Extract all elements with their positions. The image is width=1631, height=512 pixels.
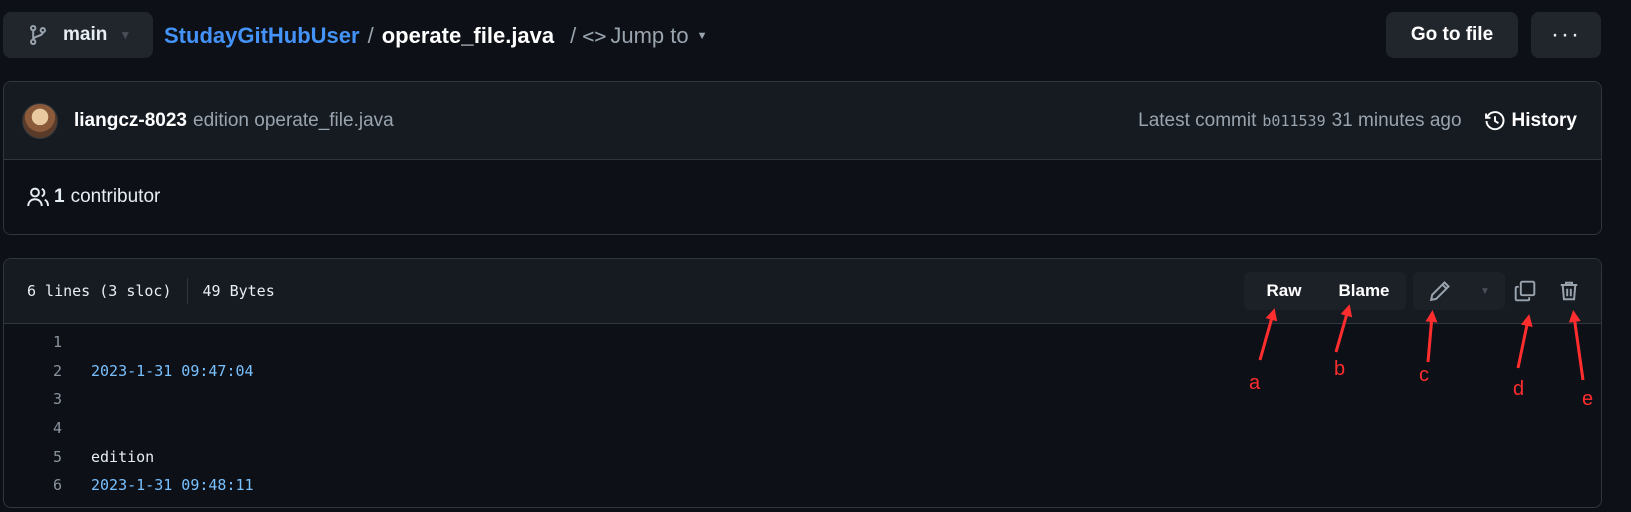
git-branch-icon — [30, 24, 46, 46]
commit-sha-link[interactable]: b011539 — [1262, 112, 1325, 130]
history-label: History — [1511, 110, 1577, 131]
breadcrumb: StudayGitHubUser / operate_file.java / <… — [164, 19, 708, 53]
code-icon: <> — [582, 24, 607, 48]
annotation-label-c: c — [1419, 364, 1429, 386]
history-icon — [1484, 111, 1505, 131]
jump-separator: / — [570, 23, 577, 48]
code-line: 5 edition — [4, 442, 1601, 471]
repo-link[interactable]: StudayGitHubUser — [164, 23, 360, 49]
commit-message[interactable]: edition operate_file.java — [193, 110, 394, 132]
delete-file-button[interactable] — [1548, 272, 1590, 310]
copy-icon — [1514, 280, 1536, 302]
chevron-down-icon: ▼ — [696, 30, 708, 42]
line-number[interactable]: 2 — [4, 362, 62, 380]
chevron-down-icon: ▼ — [1480, 285, 1490, 297]
chevron-down-icon: ▼ — [119, 28, 132, 42]
kebab-horizontal-icon: ··· — [1551, 21, 1581, 48]
code-line: 4 — [4, 414, 1601, 443]
jump-to-menu[interactable]: / <> Jump to ▼ — [570, 23, 707, 49]
history-button[interactable]: History — [1484, 110, 1577, 132]
branch-name: main — [63, 24, 108, 45]
line-number[interactable]: 5 — [4, 448, 62, 466]
line-text: 2023-1-31 09:47:04 — [91, 361, 254, 380]
file-name: operate_file.java — [381, 23, 555, 48]
header-divider — [186, 278, 188, 304]
contributors-row[interactable]: 1 contributor — [4, 160, 1601, 234]
code-view: 1 2 2023-1-31 09:47:04 3 4 5 edition 6 2… — [4, 324, 1601, 500]
commit-time: 31 minutes ago — [1331, 110, 1462, 131]
code-line: 3 — [4, 385, 1601, 414]
latest-commit-box: liangcz-8023 edition operate_file.java L… — [3, 81, 1602, 235]
pencil-icon — [1429, 281, 1450, 302]
people-icon — [27, 187, 50, 207]
annotation-label-e: e — [1582, 388, 1594, 410]
trash-icon — [1560, 281, 1578, 301]
avatar[interactable] — [22, 102, 58, 139]
file-viewer: 6 lines (3 sloc) 49 Bytes Raw Blame ▼ 1 … — [3, 258, 1602, 508]
more-options-button[interactable]: ··· — [1531, 12, 1601, 58]
code-line: 2 2023-1-31 09:47:04 — [4, 357, 1601, 386]
contributor-count: 1 — [54, 186, 65, 207]
branch-selector-button[interactable]: main ▼ — [3, 12, 153, 58]
copy-raw-button[interactable] — [1504, 272, 1546, 310]
line-number[interactable]: 1 — [4, 333, 62, 351]
annotation-label-a: a — [1249, 372, 1261, 394]
commit-meta: Latest commit b011539 31 minutes ago His… — [1138, 82, 1577, 160]
breadcrumb-separator: / — [367, 23, 374, 48]
raw-button[interactable]: Raw — [1248, 272, 1320, 310]
file-lines-info: 6 lines (3 sloc) — [27, 282, 172, 300]
contributor-label: contributor — [70, 186, 161, 207]
annotation-label-b: b — [1334, 358, 1346, 380]
latest-commit-label: Latest commit — [1138, 110, 1257, 131]
blame-button[interactable]: Blame — [1322, 272, 1406, 310]
commit-author-link[interactable]: liangcz-8023 — [74, 110, 187, 132]
code-line: 6 2023-1-31 09:48:11 — [4, 471, 1601, 500]
go-to-file-button[interactable]: Go to file — [1386, 12, 1518, 58]
line-number[interactable]: 4 — [4, 419, 62, 437]
line-number[interactable]: 3 — [4, 390, 62, 408]
file-size: 49 Bytes — [202, 282, 275, 300]
annotation-label-d: d — [1513, 378, 1525, 400]
commit-row: liangcz-8023 edition operate_file.java L… — [4, 82, 1601, 160]
edit-dropdown-button[interactable]: ▼ — [1466, 272, 1504, 310]
line-number[interactable]: 6 — [4, 476, 62, 494]
jump-to-label: Jump to — [610, 23, 689, 48]
file-header: 6 lines (3 sloc) 49 Bytes Raw Blame ▼ — [4, 259, 1601, 324]
line-text: edition — [91, 447, 155, 466]
edit-button[interactable] — [1414, 272, 1466, 310]
code-line: 1 — [4, 328, 1601, 357]
line-text: 2023-1-31 09:48:11 — [91, 476, 254, 495]
file-navigation-bar: main ▼ StudayGitHubUser / operate_file.j… — [0, 0, 1631, 72]
